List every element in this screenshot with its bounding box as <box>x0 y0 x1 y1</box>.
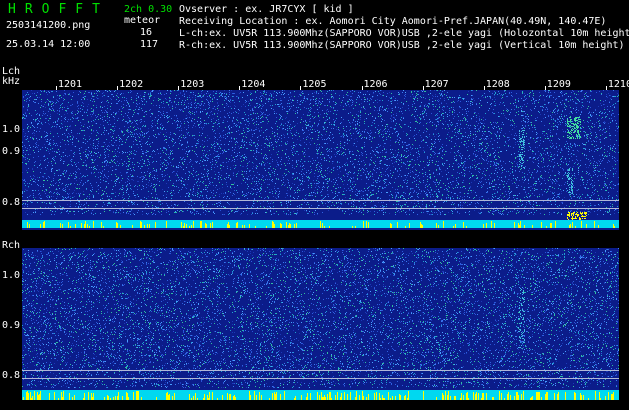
time-label-1204: 1204 <box>241 80 265 90</box>
rch-channel-label: Rch <box>2 241 20 251</box>
lch-ytick-0-8: 0.8 <box>2 198 20 208</box>
rch-ytick-0-8: 0.8 <box>2 371 20 381</box>
time-label-1207: 1207 <box>425 80 449 90</box>
lch-ytick-1-0: 1.0 <box>2 125 20 135</box>
time-label-1205: 1205 <box>302 80 326 90</box>
location-line: Receiving Location : ex. Aomori City Aom… <box>179 17 606 27</box>
time-label-1201: 1201 <box>58 80 82 90</box>
lch-unit-label: kHz <box>2 77 20 87</box>
meteor-label: meteor <box>124 16 160 26</box>
time-label-1208: 1208 <box>486 80 510 90</box>
rch-ytick-1-0: 1.0 <box>2 271 20 281</box>
app-logo: HROFFT <box>8 3 109 16</box>
time-label-1202: 1202 <box>119 80 143 90</box>
lch-spectrogram <box>22 90 619 230</box>
channels-label: 2ch 0.30 <box>124 5 172 15</box>
time-label-1210: 1210 <box>608 80 629 90</box>
rch-meteor-count: 117 <box>140 40 158 50</box>
datetime-label: 25.03.14 12:00 <box>6 40 90 50</box>
time-label-1203: 1203 <box>180 80 204 90</box>
lch-spectrogram-canvas <box>22 90 619 228</box>
time-label-1206: 1206 <box>364 80 388 90</box>
filename-label: 2503141200.png <box>6 21 90 31</box>
rch-spectrogram <box>22 248 619 400</box>
lch-description: L-ch:ex. UV5R 113.900Mhz(SAPPORO VOR)USB… <box>179 29 629 39</box>
rch-description: R-ch:ex. UV5R 113.900Mhz(SAPPORO VOR)USB… <box>179 41 625 51</box>
rch-ytick-0-9: 0.9 <box>2 321 20 331</box>
lch-meteor-count: 16 <box>140 28 152 38</box>
time-label-1209: 1209 <box>547 80 571 90</box>
observer-line: Ovserver : ex. JR7CYX [ kid ] <box>179 5 354 15</box>
lch-ytick-0-9: 0.9 <box>2 147 20 157</box>
rch-spectrogram-canvas <box>22 248 619 400</box>
